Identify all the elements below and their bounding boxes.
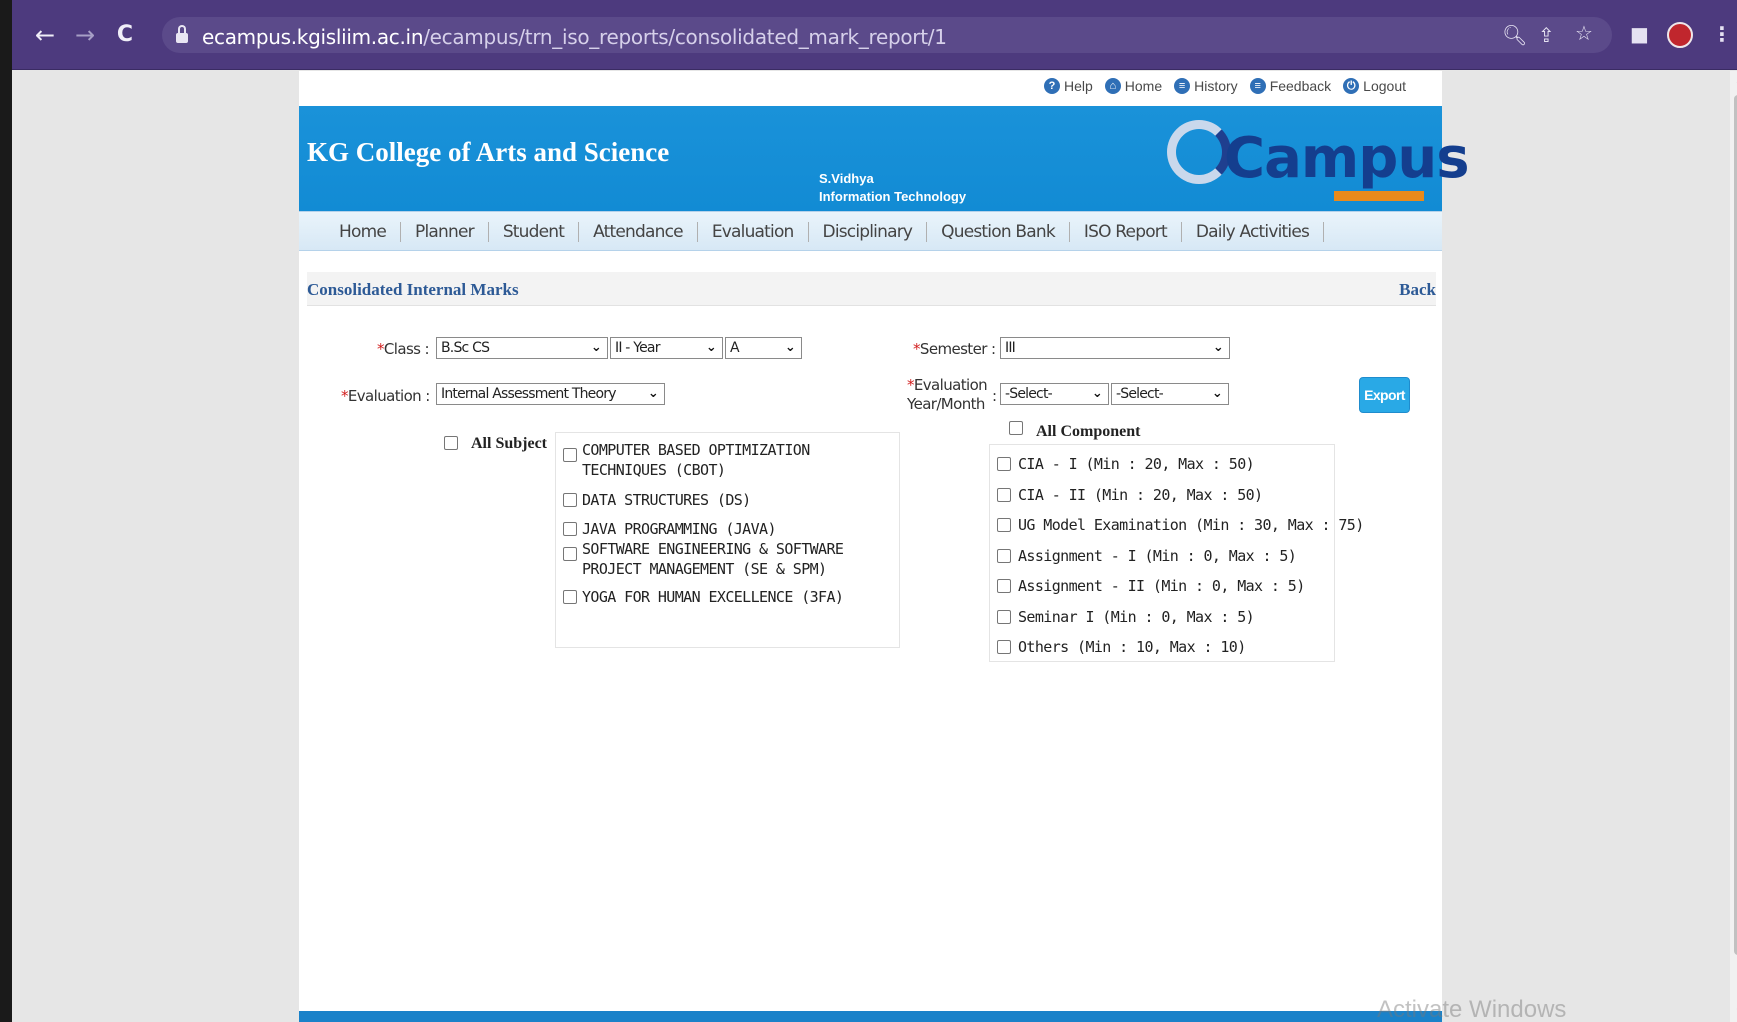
- user-department: Information Technology: [819, 189, 967, 204]
- all-subject-label: All Subject: [471, 435, 547, 452]
- history-link[interactable]: ≡ History: [1174, 78, 1238, 94]
- component-checkbox[interactable]: [997, 579, 1011, 593]
- year-select[interactable]: II - Year ⌄: [610, 337, 723, 359]
- zoom-icon[interactable]: 🔍︎: [1502, 23, 1527, 47]
- chevron-down-icon: ⌄: [1212, 340, 1224, 355]
- ecampus-logo: Campus: [1159, 118, 1470, 208]
- chevron-down-icon: ⌄: [705, 340, 717, 355]
- feedback-link[interactable]: ≡ Feedback: [1249, 78, 1331, 94]
- help-icon: ?: [1043, 78, 1060, 94]
- side-panel-icon[interactable]: ■: [1630, 22, 1649, 46]
- component-checkbox[interactable]: [997, 609, 1011, 624]
- class-label: *Class :: [377, 340, 430, 358]
- section-select[interactable]: A ⌄: [725, 337, 802, 359]
- logout-icon: ⏻: [1343, 78, 1360, 94]
- evaluation-select[interactable]: Internal Assessment Theory ⌄: [436, 383, 665, 405]
- ecampus-e-icon: [1167, 120, 1231, 184]
- all-subject-checkbox[interactable]: [444, 436, 458, 450]
- back-arrow-icon[interactable]: ←: [30, 20, 60, 50]
- user-name: S.Vidhya: [819, 171, 874, 186]
- browser-toolbar: ← → C ecampus.kgisliim.ac.in/ecampus/trn…: [12, 0, 1737, 70]
- reload-icon[interactable]: C: [110, 20, 140, 50]
- component-checkbox[interactable]: [997, 518, 1011, 532]
- share-icon[interactable]: ⇪: [1538, 23, 1555, 47]
- component-label: CIA - I (Min : 20, Max : 50): [1018, 455, 1255, 473]
- subject-label: COMPUTER BASED OPTIMIZATION TECHNIQUES (C…: [582, 441, 810, 479]
- chevron-down-icon: ⌄: [784, 340, 796, 355]
- component-label: Assignment - II (Min : 0, Max : 5): [1018, 577, 1305, 595]
- eval-month-select[interactable]: -Select- ⌄: [1111, 383, 1229, 405]
- eval-year-select[interactable]: -Select- ⌄: [1000, 383, 1109, 405]
- profile-avatar[interactable]: [1667, 22, 1693, 48]
- component-checkbox[interactable]: [997, 548, 1011, 563]
- evaluation-label: *Evaluation :: [341, 387, 430, 405]
- bookmark-star-icon[interactable]: ☆: [1575, 21, 1593, 45]
- chevron-down-icon: ⌄: [647, 386, 659, 401]
- chevron-down-icon: ⌄: [1211, 386, 1223, 401]
- menu-item-evaluation[interactable]: Evaluation: [698, 222, 809, 242]
- user-info: S.Vidhya Information Technology: [819, 170, 966, 206]
- subject-checkbox[interactable]: [563, 448, 577, 462]
- component-checkbox[interactable]: [997, 487, 1011, 502]
- menu-item-attendance[interactable]: Attendance: [579, 222, 698, 242]
- header-banner: KG College of Arts and Science S.Vidhya …: [299, 106, 1470, 211]
- class-select[interactable]: B.Sc CS ⌄: [436, 337, 608, 359]
- page-footer: [299, 1011, 1442, 1022]
- home-icon: ⌂: [1104, 78, 1121, 94]
- menu-item-question-bank[interactable]: Question Bank: [927, 222, 1070, 242]
- all-component-label: All Component: [1036, 423, 1141, 440]
- subject-label: YOGA FOR HUMAN EXCELLENCE (3FA): [582, 588, 844, 606]
- subject-label: JAVA PROGRAMMING (JAVA): [582, 520, 777, 538]
- menu-item-daily-activities[interactable]: Daily Activities: [1182, 222, 1325, 242]
- subject-label: DATA STRUCTURES (DS): [582, 491, 751, 509]
- college-name: KG College of Arts and Science: [307, 137, 670, 167]
- subject-checkbox[interactable]: [563, 547, 577, 561]
- lock-icon[interactable]: [176, 25, 188, 43]
- subject-label: SOFTWARE ENGINEERING & SOFTWARE PROJECT M…: [582, 540, 844, 578]
- main-menu: Home Planner Student Attendance Evaluation Di…: [299, 211, 1442, 251]
- kebab-menu-icon[interactable]: ⋮: [1712, 22, 1732, 46]
- history-icon: ≡: [1174, 78, 1191, 94]
- menu-item-student[interactable]: Student: [489, 222, 580, 242]
- component-label: UG Model Examination (Min : 30, Max : 75…: [1018, 516, 1364, 534]
- menu-item-home[interactable]: Home: [335, 222, 402, 242]
- export-button[interactable]: Export: [1359, 377, 1410, 413]
- help-link[interactable]: ? Help: [1043, 78, 1093, 94]
- component-label: Others (Min : 10, Max : 10): [1018, 638, 1246, 656]
- all-component-checkbox[interactable]: [1009, 421, 1023, 435]
- page-content: ? Help ⌂ Home ≡ History ≡ Feedback ⏻ Logout K…: [299, 71, 1470, 1022]
- component-label: Seminar I (Min : 0, Max : 5): [1018, 607, 1255, 626]
- back-link[interactable]: Back: [1399, 280, 1436, 300]
- section-header: Consolidated Internal Marks Back: [307, 272, 1436, 306]
- menu-item-iso-report[interactable]: ISO Report: [1070, 222, 1182, 242]
- address-bar[interactable]: ecampus.kgisliim.ac.in/ecampus/trn_iso_r…: [162, 17, 1612, 53]
- eval-year-month-label: *Evaluation Year/Month: [907, 376, 988, 413]
- url-text: ecampus.kgisliim.ac.in/ecampus/trn_iso_r…: [202, 25, 947, 49]
- top-links: ? Help ⌂ Home ≡ History ≡ Feedback ⏻ Logout: [1043, 78, 1406, 94]
- page-scrollbar[interactable]: ▲ ▼: [1730, 71, 1737, 1022]
- semester-select[interactable]: III ⌄: [1000, 337, 1230, 359]
- subject-checkbox[interactable]: [563, 590, 577, 604]
- chevron-down-icon: ⌄: [590, 340, 602, 355]
- home-link[interactable]: ⌂ Home: [1104, 78, 1162, 94]
- forward-arrow-icon[interactable]: →: [70, 20, 100, 50]
- subject-checkbox[interactable]: [563, 522, 577, 536]
- component-label: CIA - II (Min : 20, Max : 50): [1018, 485, 1263, 504]
- activate-windows-watermark: Activate Windows: [1377, 996, 1567, 1022]
- semester-label: *Semester :: [913, 340, 996, 358]
- component-checkbox[interactable]: [997, 640, 1011, 654]
- component-checkbox[interactable]: [997, 457, 1011, 471]
- feedback-icon: ≡: [1249, 78, 1266, 94]
- page-title: Consolidated Internal Marks: [307, 280, 519, 299]
- logout-link[interactable]: ⏻ Logout: [1343, 78, 1406, 94]
- chevron-down-icon: ⌄: [1091, 386, 1103, 401]
- menu-item-disciplinary[interactable]: Disciplinary: [809, 222, 928, 242]
- menu-item-planner[interactable]: Planner: [401, 222, 489, 242]
- subject-checkbox[interactable]: [563, 493, 577, 507]
- component-label: Assignment - I (Min : 0, Max : 5): [1018, 546, 1297, 565]
